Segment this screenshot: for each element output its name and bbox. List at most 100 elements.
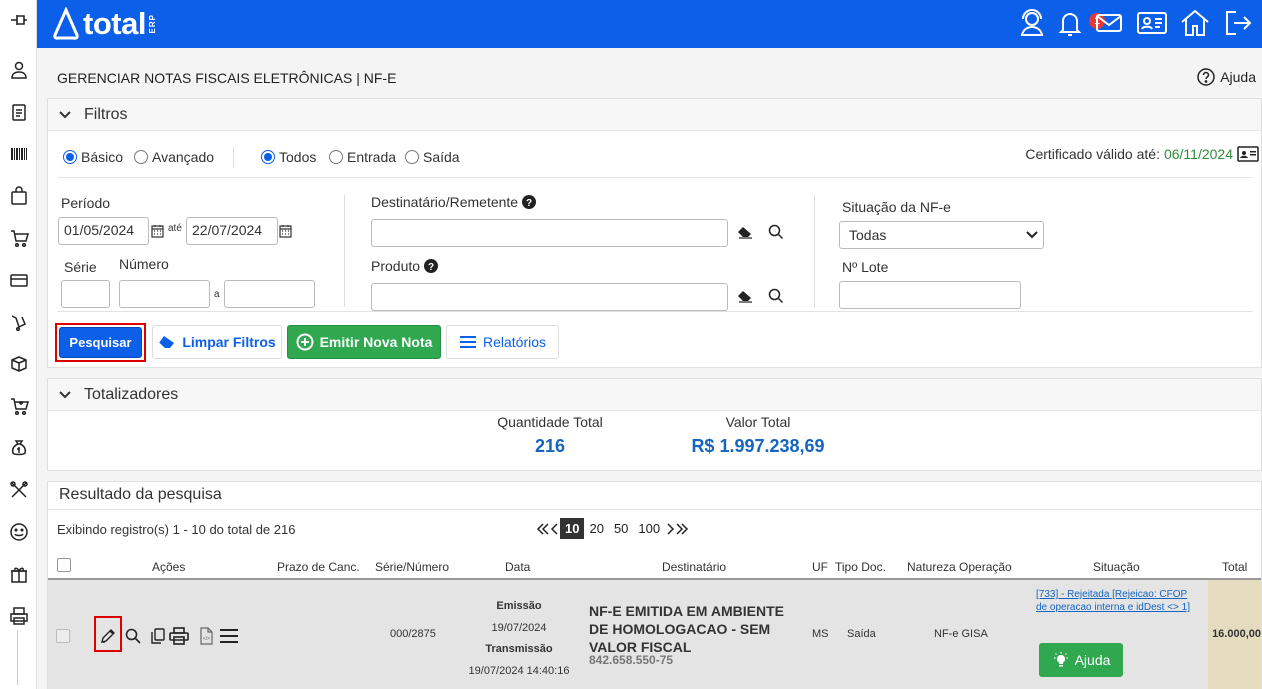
divider	[48, 509, 1261, 510]
sidebar	[0, 0, 37, 689]
emitir-nota-button[interactable]: Emitir Nova Nota	[287, 325, 441, 359]
lote-label: Nº Lote	[842, 259, 889, 275]
filters-header[interactable]: Filtros	[48, 99, 1261, 131]
col-acoes: Ações	[152, 560, 186, 574]
first-page-icon[interactable]	[536, 522, 550, 536]
logo-suffix: ERP	[147, 14, 157, 34]
home-icon[interactable]	[1179, 8, 1209, 38]
cart-add-icon[interactable]	[7, 226, 31, 250]
page-size-50[interactable]: 50	[609, 518, 633, 539]
total-cell: 16.000,00	[1208, 580, 1261, 689]
pesquisar-button[interactable]: Pesquisar	[59, 327, 142, 358]
situacao-label: Situação da NF-e	[842, 199, 951, 215]
radio-todos[interactable]: Todos	[261, 149, 316, 165]
value-total: R$ 1.997.238,69	[691, 436, 825, 456]
ajuda-button[interactable]: Ajuda	[1039, 643, 1123, 677]
logout-icon[interactable]	[1223, 8, 1253, 38]
gift-icon[interactable]	[7, 562, 31, 586]
emissao-date: 19/07/2024	[491, 621, 547, 634]
mail-icon[interactable]	[1094, 8, 1124, 38]
tools-icon[interactable]	[7, 478, 31, 502]
search-icon[interactable]	[124, 627, 142, 645]
radio-dot	[329, 150, 343, 164]
limpar-filtros-button[interactable]: Limpar Filtros	[152, 325, 282, 359]
id-card-icon[interactable]	[1237, 146, 1259, 162]
radio-dot	[261, 150, 275, 164]
help-link[interactable]: Ajuda	[1197, 68, 1256, 86]
radio-avancado[interactable]: Avançado	[134, 149, 214, 165]
cert-label: Certificado válido até:	[1025, 146, 1160, 162]
money-bag-icon[interactable]	[7, 436, 31, 460]
serie-input[interactable]	[61, 280, 110, 308]
next-page-icon[interactable]	[665, 522, 675, 536]
svg-text:</>: </>	[203, 636, 210, 642]
shopping-bag-icon[interactable]	[7, 184, 31, 208]
search-icon[interactable]	[768, 224, 784, 240]
natureza-cell: NF-e GISA	[934, 628, 988, 640]
situacao-link[interactable]: [733] - Rejeitada [Rejeicao: CFOP de ope…	[1036, 588, 1200, 614]
question-icon[interactable]: ?	[424, 259, 439, 273]
eraser-icon[interactable]	[737, 289, 753, 303]
menu-icon[interactable]	[219, 627, 239, 645]
last-page-icon[interactable]	[675, 522, 689, 536]
results-title: Resultado da pesquisa	[59, 486, 222, 503]
page-size-10[interactable]: 10	[560, 518, 585, 539]
page-title: GERENCIAR NOTAS FISCAIS ELETRÔNICAS | NF…	[57, 70, 397, 86]
cart-icon[interactable]	[7, 310, 31, 334]
help-icon	[1197, 68, 1215, 86]
logo-mark-icon	[53, 7, 79, 40]
destinatario-doc: 842.658.550-75	[589, 653, 674, 667]
table-row[interactable]: </> 000/2875 Emissão 19/07/2024 Transmis…	[48, 578, 1261, 689]
transmissao-date: 19/07/2024 14:40:16	[468, 664, 570, 677]
bell-icon[interactable]	[1055, 8, 1085, 38]
printer-icon[interactable]	[168, 627, 190, 645]
logo[interactable]: total ERP	[51, 6, 157, 42]
qty-value: 216	[534, 436, 566, 456]
totals-header[interactable]: Totalizadores	[48, 379, 1261, 411]
divider	[58, 177, 1253, 178]
eraser-icon[interactable]	[737, 225, 753, 239]
page-size-20[interactable]: 20	[584, 518, 608, 539]
calendar-icon[interactable]	[151, 224, 164, 238]
support-agent-icon[interactable]	[1017, 8, 1047, 38]
relatorios-button[interactable]: Relatórios	[446, 325, 559, 359]
chevron-down-icon	[1026, 231, 1038, 239]
edit-pencil-icon[interactable]	[99, 627, 117, 645]
destinatario-input[interactable]	[371, 219, 728, 247]
barcode-icon[interactable]	[7, 142, 31, 166]
date-cell: Emissão 19/07/2024 Transmissão 19/07/202…	[460, 596, 578, 682]
search-icon[interactable]	[768, 288, 784, 304]
produto-input[interactable]	[371, 283, 728, 311]
id-card-icon[interactable]	[1136, 8, 1167, 38]
date-from-input[interactable]: 01/05/2024	[58, 217, 149, 245]
select-all-checkbox[interactable]	[57, 558, 71, 572]
copy-icon[interactable]	[149, 627, 167, 645]
xml-file-icon[interactable]: </>	[197, 627, 215, 645]
row-checkbox[interactable]	[56, 629, 70, 643]
radio-saida[interactable]: Saída	[405, 149, 460, 165]
pin-icon[interactable]	[7, 8, 31, 32]
total-value: 16.000,00	[1212, 628, 1261, 640]
totals-panel: Totalizadores Quantidade Total 216 Valor…	[47, 378, 1262, 471]
printer-icon[interactable]	[7, 604, 31, 628]
calendar-icon[interactable]	[279, 224, 292, 238]
page-size-100[interactable]: 100	[633, 518, 665, 539]
question-icon[interactable]: ?	[522, 195, 537, 209]
numero-to-input[interactable]	[224, 280, 315, 308]
prev-page-icon[interactable]	[550, 522, 560, 536]
users-icon[interactable]	[7, 58, 31, 82]
clipboard-icon[interactable]	[7, 100, 31, 124]
cart-plus-icon[interactable]	[7, 394, 31, 418]
lote-input[interactable]	[839, 281, 1021, 309]
smile-icon[interactable]	[7, 520, 31, 544]
credit-card-icon[interactable]	[7, 268, 31, 292]
results-info: Exibindo registro(s) 1 - 10 do total de …	[57, 522, 296, 537]
situacao-select[interactable]: Todas	[839, 221, 1044, 249]
box-icon[interactable]	[7, 352, 31, 376]
numero-from-input[interactable]	[119, 280, 210, 308]
ate-label: até	[168, 223, 182, 234]
radio-basico[interactable]: Básico	[63, 149, 123, 165]
col-data: Data	[505, 560, 531, 574]
date-to-input[interactable]: 22/07/2024	[186, 217, 278, 245]
radio-entrada[interactable]: Entrada	[329, 149, 396, 165]
